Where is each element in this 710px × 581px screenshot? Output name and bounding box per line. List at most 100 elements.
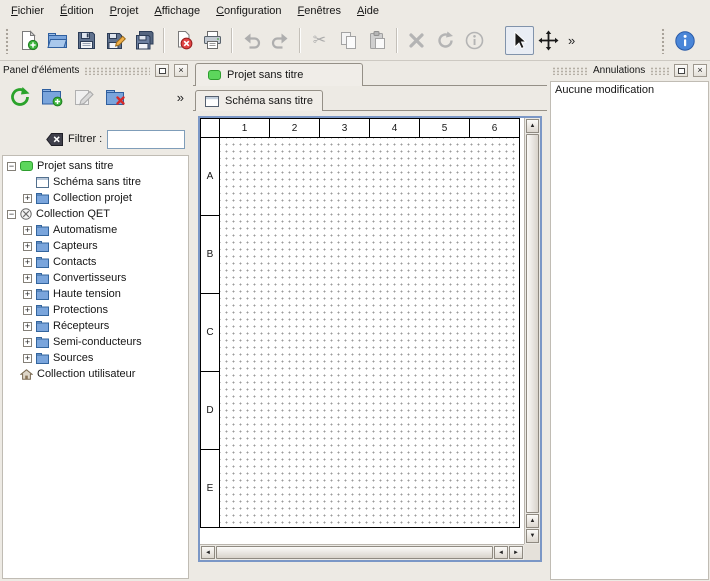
cut-button[interactable]: ✂ (305, 26, 334, 55)
scroll-up-icon[interactable]: ▲ (526, 514, 539, 528)
delete-element-button[interactable] (102, 83, 130, 111)
toolbar-grip[interactable] (661, 28, 666, 54)
save-all-icon (134, 30, 155, 51)
schema-canvas[interactable] (220, 138, 520, 528)
close-panel-button[interactable]: × (693, 64, 707, 77)
expand-expander-icon[interactable]: + (23, 354, 32, 363)
open-file-button[interactable] (43, 26, 72, 55)
toolbar-grip[interactable] (5, 28, 10, 54)
copy-button[interactable] (334, 26, 363, 55)
clear-filter-icon[interactable] (46, 133, 63, 146)
select-tool-button[interactable] (505, 26, 534, 55)
folder-icon (36, 353, 49, 364)
menu-fichier[interactable]: Fichier (3, 2, 52, 20)
folder-icon (36, 289, 49, 300)
horizontal-scrollbar[interactable]: ◄ ◄ ► (200, 544, 524, 560)
expand-expander-icon[interactable]: + (23, 258, 32, 267)
save-button[interactable] (72, 26, 101, 55)
row-header: C (200, 293, 220, 372)
scroll-left-icon[interactable]: ◄ (201, 546, 215, 559)
filter-input[interactable] (107, 130, 185, 149)
undo-button[interactable] (237, 26, 266, 55)
menu-fenetres[interactable]: Fenêtres (290, 2, 349, 20)
diagram-sheet: 1 2 3 4 5 6 A B C D E (200, 118, 524, 544)
tree-item-collection-qet[interactable]: − Collection QET (3, 206, 188, 222)
tree-item-schema[interactable]: Schéma sans titre (3, 174, 188, 190)
undo-list-item[interactable]: Aucune modification (551, 82, 708, 98)
delete-element-icon (105, 86, 127, 108)
tree-item-label: Collection utilisateur (37, 368, 135, 380)
tree-item-label: Schéma sans titre (53, 176, 141, 188)
close-file-icon (173, 30, 194, 51)
close-panel-button[interactable]: × (174, 64, 188, 77)
tree-item-convertisseurs[interactable]: + Convertisseurs (3, 270, 188, 286)
scroll-left-icon[interactable]: ◄ (494, 546, 508, 559)
print-button[interactable] (198, 26, 227, 55)
dock-overflow-chevron[interactable]: » (172, 90, 189, 105)
horizontal-scroll-thumb[interactable] (216, 546, 493, 559)
tree-item-recepteurs[interactable]: + Récepteurs (3, 318, 188, 334)
menu-affichage[interactable]: Affichage (146, 2, 208, 20)
new-file-button[interactable] (14, 26, 43, 55)
tree-item-collection-utilisateur[interactable]: Collection utilisateur (3, 366, 188, 382)
float-panel-button[interactable] (674, 64, 688, 77)
close-file-button[interactable] (169, 26, 198, 55)
redo-button[interactable] (266, 26, 295, 55)
scroll-up-icon[interactable]: ▲ (526, 119, 539, 133)
edit-element-button[interactable] (70, 83, 98, 111)
paste-button[interactable] (363, 26, 392, 55)
expand-expander-icon[interactable]: + (23, 242, 32, 251)
info-button[interactable] (460, 26, 489, 55)
expand-expander-icon[interactable]: + (23, 194, 32, 203)
expand-expander-icon[interactable]: + (23, 306, 32, 315)
tab-schema[interactable]: Schéma sans titre (195, 90, 323, 111)
folder-icon (36, 337, 49, 348)
delete-button[interactable] (402, 26, 431, 55)
tree-item-sources[interactable]: + Sources (3, 350, 188, 366)
scroll-right-icon[interactable]: ► (509, 546, 523, 559)
vertical-scroll-thumb[interactable] (526, 134, 539, 513)
expand-expander-icon[interactable]: + (23, 274, 32, 283)
float-icon (678, 68, 685, 74)
collapse-expander-icon[interactable]: − (7, 210, 16, 219)
vertical-scrollbar[interactable]: ▲ ▲ ▼ (524, 118, 540, 544)
elements-panel-header[interactable]: Panel d'éléments × (0, 62, 191, 79)
tree-item-semi-conducteurs[interactable]: + Semi-conducteurs (3, 334, 188, 350)
tree-item-protections[interactable]: + Protections (3, 302, 188, 318)
expand-expander-icon[interactable]: + (23, 226, 32, 235)
collapse-expander-icon[interactable]: − (7, 162, 16, 171)
new-element-button[interactable] (38, 83, 66, 111)
tab-project[interactable]: Projet sans titre (195, 63, 363, 86)
menu-edition[interactable]: Édition (52, 2, 102, 20)
tree-item-label: Semi-conducteurs (53, 336, 142, 348)
expand-expander-icon[interactable]: + (23, 322, 32, 331)
menu-aide[interactable]: Aide (349, 2, 387, 20)
save-all-button[interactable] (130, 26, 159, 55)
reload-collections-button[interactable] (6, 83, 34, 111)
info-icon (464, 30, 485, 51)
expand-expander-icon[interactable]: + (23, 290, 32, 299)
tree-item-capteurs[interactable]: + Capteurs (3, 238, 188, 254)
folder-icon (36, 321, 49, 332)
about-qet-button[interactable] (670, 26, 699, 55)
expand-expander-icon[interactable]: + (23, 338, 32, 347)
move-tool-button[interactable] (534, 26, 563, 55)
scroll-down-icon[interactable]: ▼ (526, 529, 539, 543)
float-panel-button[interactable] (155, 64, 169, 77)
toolbar-overflow-chevron[interactable]: » (563, 33, 580, 48)
undo-panel-header[interactable]: Annulations × (549, 62, 710, 79)
tree-item-haute-tension[interactable]: + Haute tension (3, 286, 188, 302)
folder-icon (36, 273, 49, 284)
save-as-button[interactable] (101, 26, 130, 55)
tree-item-label: Convertisseurs (53, 272, 126, 284)
column-header: 4 (369, 118, 420, 138)
tree-item-contacts[interactable]: + Contacts (3, 254, 188, 270)
rotate-button[interactable] (431, 26, 460, 55)
save-as-icon (105, 30, 126, 51)
tree-item-collection-projet[interactable]: + Collection projet (3, 190, 188, 206)
menu-projet[interactable]: Projet (102, 2, 147, 20)
tree-item-automatisme[interactable]: + Automatisme (3, 222, 188, 238)
tree-item-project[interactable]: − Projet sans titre (3, 158, 188, 174)
menu-configuration[interactable]: Configuration (208, 2, 289, 20)
column-header: 2 (269, 118, 320, 138)
